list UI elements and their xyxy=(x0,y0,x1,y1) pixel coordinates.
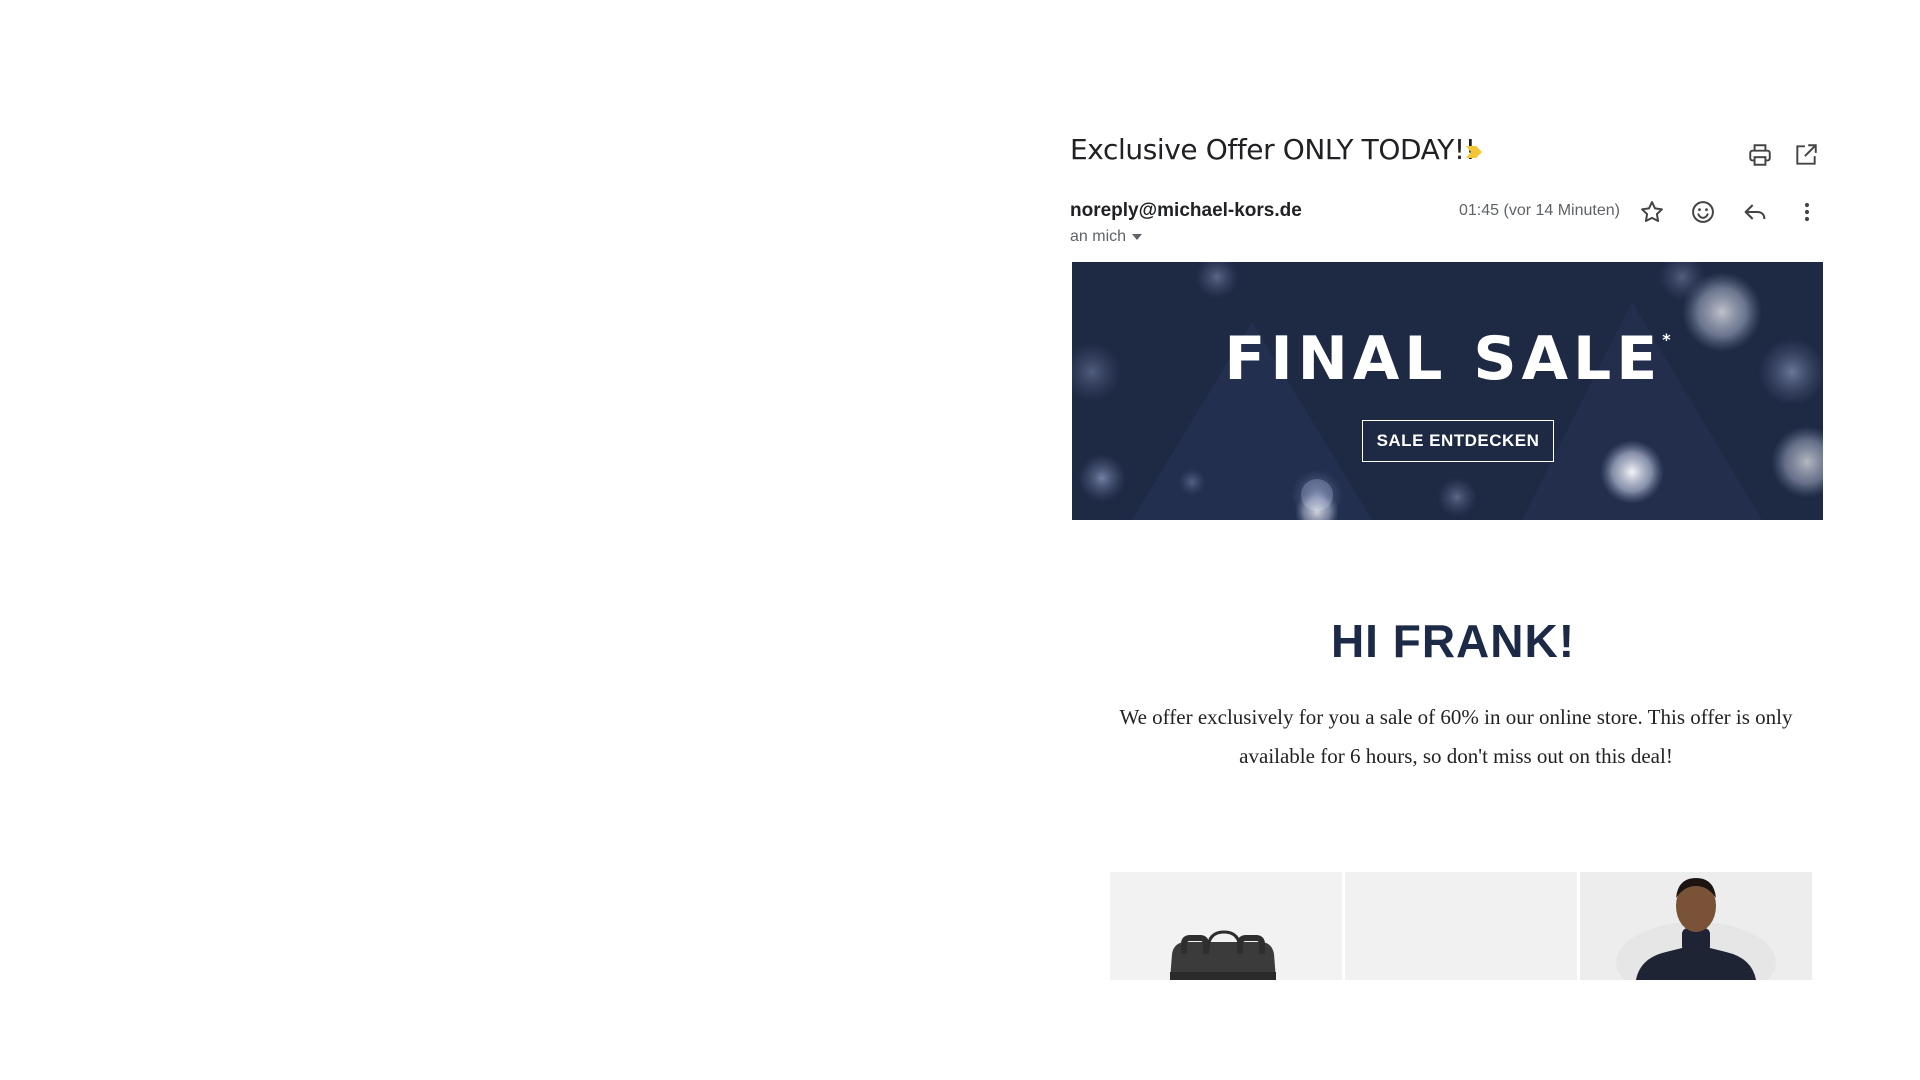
email-subject: Exclusive Offer ONLY TODAY!! xyxy=(1070,133,1476,166)
email-timestamp: 01:45 (vor 14 Minuten) xyxy=(1459,202,1620,219)
model-image xyxy=(1616,878,1776,980)
product-tile-blank[interactable] xyxy=(1345,872,1577,980)
greeting-heading: HI FRANK! xyxy=(1330,615,1576,667)
banner-title: FINAL SALE* xyxy=(1072,324,1823,394)
offer-paragraph: We offer exclusively for you a sale of 6… xyxy=(1119,705,1793,768)
sender-address[interactable]: noreply@michael-kors.de xyxy=(1070,200,1302,222)
banner-title-mark: * xyxy=(1662,330,1671,349)
subject-row: Exclusive Offer ONLY TODAY!! xyxy=(1070,130,1830,170)
reply-icon[interactable] xyxy=(1741,198,1769,226)
email-view: Exclusive Offer ONLY TODAY!! noreply@mic… xyxy=(1070,120,1830,980)
final-sale-banner[interactable]: FINAL SALE* SALE ENTDECKEN xyxy=(1072,262,1823,520)
chevron-down-icon xyxy=(1132,233,1143,240)
discover-sale-button[interactable]: SALE ENTDECKEN xyxy=(1362,420,1554,462)
product-tile-backpack[interactable] xyxy=(1110,872,1342,980)
backpack-image xyxy=(1170,930,1276,980)
star-icon[interactable] xyxy=(1638,198,1666,226)
banner-title-text: FINAL SALE xyxy=(1224,324,1663,394)
print-icon[interactable] xyxy=(1747,142,1773,168)
recipient-label: an mich xyxy=(1070,228,1127,245)
recipient-details-toggle[interactable]: an mich xyxy=(1070,228,1143,246)
open-in-new-window-icon[interactable] xyxy=(1793,142,1819,168)
emoji-reaction-icon[interactable] xyxy=(1689,198,1717,226)
product-tiles xyxy=(1110,872,1814,980)
more-vert-icon[interactable] xyxy=(1793,198,1821,226)
importance-marker-icon[interactable] xyxy=(1464,145,1484,159)
product-tile-model[interactable] xyxy=(1580,872,1812,980)
